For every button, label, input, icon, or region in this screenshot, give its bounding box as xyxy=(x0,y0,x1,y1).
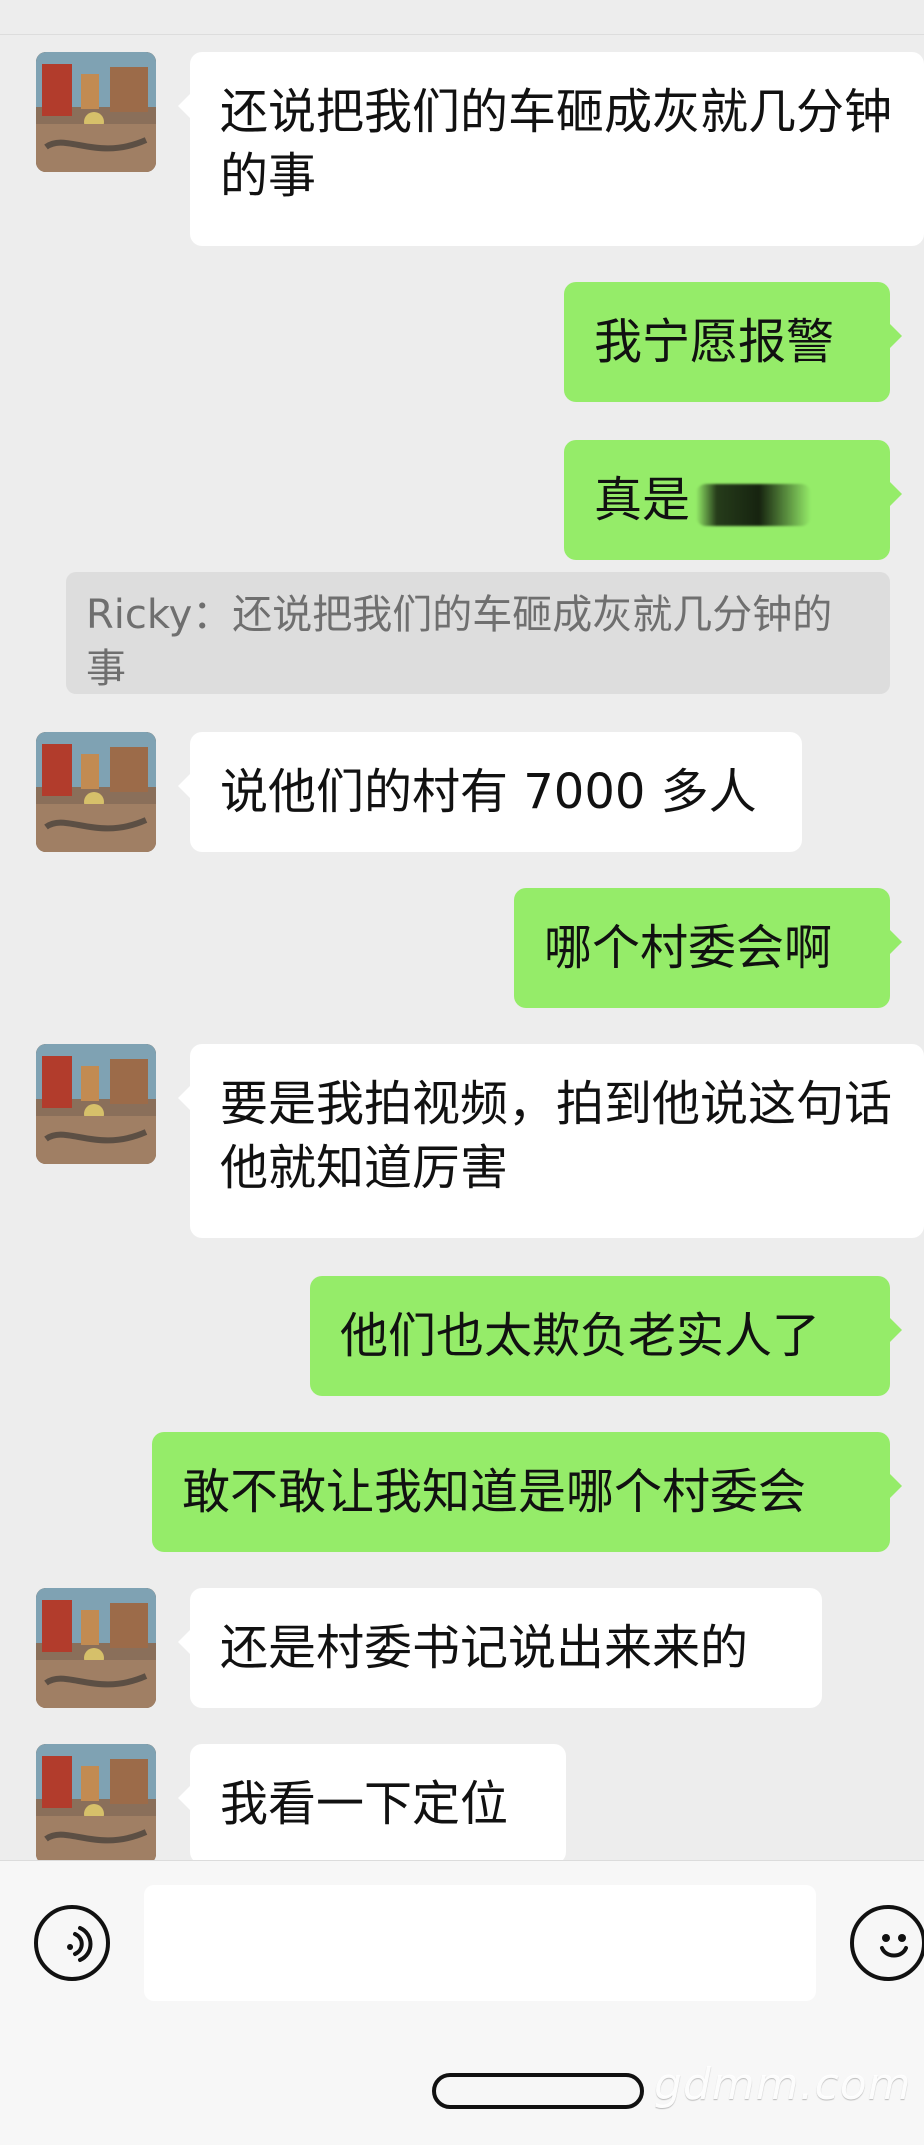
avatar-image xyxy=(36,732,156,852)
avatar-image xyxy=(36,1588,156,1708)
message-text: 要是我拍视频，拍到他说这句话他就知道厉害 xyxy=(220,1076,893,1196)
quoted-message[interactable]: Ricky：还说把我们的车砸成灰就几分钟的事 xyxy=(66,572,890,694)
voice-icon xyxy=(67,1926,93,1962)
avatar-image xyxy=(36,52,156,172)
avatar[interactable] xyxy=(36,1044,156,1164)
avatar-image xyxy=(36,1044,156,1164)
avatar-image xyxy=(36,1744,156,1860)
message-bubble-outgoing[interactable]: 哪个村委会啊 xyxy=(514,888,902,1008)
chat-area[interactable]: 还说把我们的车砸成灰就几分钟的事 我宁愿报警 真是 Ricky：还说把我们的车砸… xyxy=(0,34,924,1860)
avatar[interactable] xyxy=(36,1588,156,1708)
message-bubble-incoming[interactable]: 要是我拍视频，拍到他说这句话他就知道厉害 xyxy=(178,1044,924,1238)
home-indicator xyxy=(432,2073,644,2109)
message-text: 真是 xyxy=(594,472,691,528)
message-bubble-incoming[interactable]: 还是村委书记说出来来的 xyxy=(178,1588,822,1708)
avatar[interactable] xyxy=(36,1744,156,1860)
top-bar xyxy=(0,0,924,35)
message-input[interactable] xyxy=(144,1885,816,2001)
quoted-text: Ricky：还说把我们的车砸成灰就几分钟的事 xyxy=(86,592,833,692)
message-text: 说他们的村有 7000 多人 xyxy=(220,764,757,820)
avatar[interactable] xyxy=(36,732,156,852)
message-text: 我宁愿报警 xyxy=(594,314,835,370)
message-bubble-outgoing[interactable]: 真是 xyxy=(564,440,902,560)
censor-overlay xyxy=(696,484,812,526)
message-bubble-incoming[interactable]: 说他们的村有 7000 多人 xyxy=(178,732,802,852)
watermark-text: gdmm.com xyxy=(654,2059,912,2110)
message-bubble-incoming[interactable]: 我看一下定位 xyxy=(178,1744,566,1860)
message-bubble-outgoing[interactable]: 敢不敢让我知道是哪个村委会 xyxy=(152,1432,902,1552)
avatar[interactable] xyxy=(36,52,156,172)
message-bubble-incoming[interactable]: 还说把我们的车砸成灰就几分钟的事 xyxy=(178,52,924,246)
voice-button[interactable] xyxy=(34,1905,110,1981)
emoji-button[interactable] xyxy=(850,1905,924,1981)
message-text: 他们也太欺负老实人了 xyxy=(340,1308,821,1364)
message-bubble-outgoing[interactable]: 我宁愿报警 xyxy=(564,282,902,402)
message-bubble-outgoing[interactable]: 他们也太欺负老实人了 xyxy=(310,1276,902,1396)
message-text: 还说把我们的车砸成灰就几分钟的事 xyxy=(220,84,893,204)
message-text: 还是村委书记说出来来的 xyxy=(220,1620,749,1676)
message-text: 我看一下定位 xyxy=(220,1776,509,1832)
input-bar: gdmm.com xyxy=(0,1860,924,2145)
emoji-icon xyxy=(880,1934,908,1958)
message-text: 哪个村委会啊 xyxy=(544,920,833,976)
message-text: 敢不敢让我知道是哪个村委会 xyxy=(182,1464,807,1520)
